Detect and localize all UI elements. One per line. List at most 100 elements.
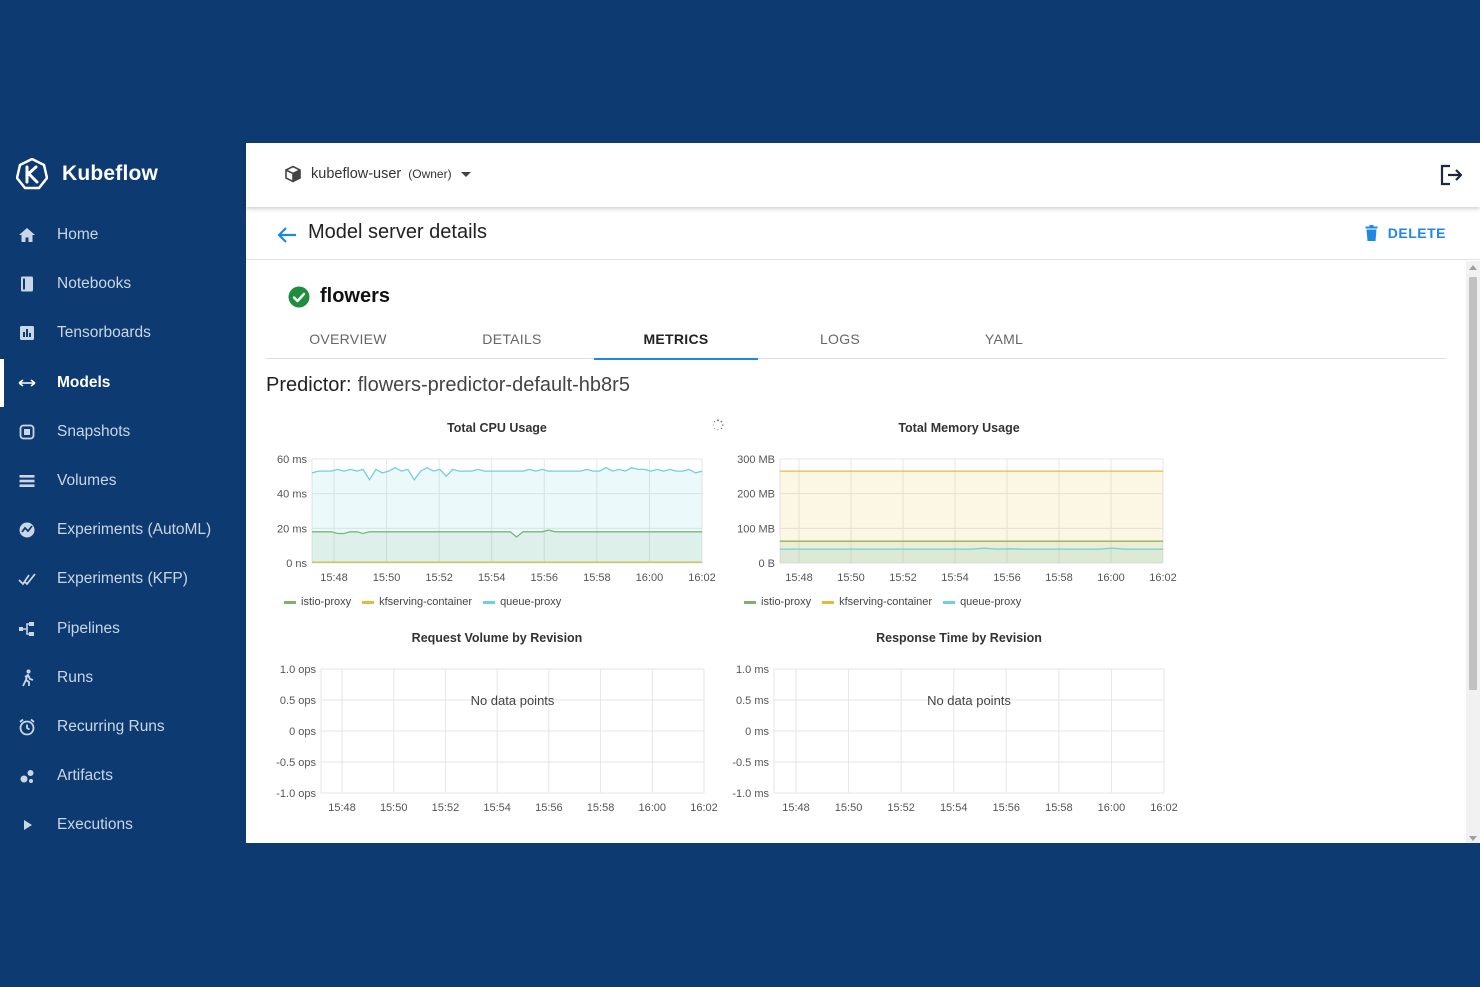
sidebar-item-volumes[interactable]: Volumes	[0, 457, 246, 505]
sidebar-item-executions[interactable]: Executions	[0, 801, 246, 843]
scroll-up-arrow-icon[interactable]	[1469, 265, 1477, 270]
sidebar-item-label: Volumes	[57, 472, 117, 489]
sidebar-item-label: Runs	[57, 668, 94, 686]
legend-swatch	[362, 600, 375, 604]
sidebar-item-label: Recurring Runs	[57, 718, 165, 735]
response-time-plot: 1.0 ms 0.5 ms 0 ms -0.5 ms -1.0 ms 15:48 15:50…	[732, 664, 1178, 814]
sidebar-item-label: Notebooks	[57, 275, 132, 293]
sidebar-item-models[interactable]: Models	[0, 358, 246, 407]
request-volume-chart: Request Volume by Revision 1.0 ops 0.5 op…	[266, 631, 728, 831]
request-volume-plot: 1.0 ops 0.5 ops 0 ops -0.5 ops -1.0 ops 15:48…	[276, 664, 718, 814]
sidebar-item-notebooks[interactable]: Notebooks	[0, 260, 246, 308]
x-tick-label: 15:50	[835, 802, 863, 814]
delete-label: DELETE	[1387, 225, 1446, 241]
legend-label: queue-proxy	[500, 596, 562, 608]
namespace-selector[interactable]: kubeflow-user (Owner)	[284, 163, 471, 185]
scroll-down-arrow-icon[interactable]	[1469, 836, 1477, 841]
sidebar-item-experiments-automl[interactable]: Experiments (AutoML)	[0, 506, 246, 554]
x-tick-label: 15:48	[785, 572, 813, 584]
sidebar-item-label: Tensorboards	[57, 324, 151, 342]
sidebar-item-home[interactable]: Home	[0, 211, 246, 259]
legend-swatch	[284, 600, 296, 604]
legend-item[interactable]: istio-proxy	[744, 596, 811, 608]
sidebar-item-label: Experiments (AutoML)	[57, 521, 212, 539]
legend-swatch	[943, 600, 956, 604]
sidebar-item-label: Models	[57, 373, 111, 391]
notebook-icon	[17, 274, 37, 294]
scroll-thumb[interactable]	[1469, 277, 1477, 690]
x-tick-label: 15:52	[432, 802, 460, 814]
legend-label: istio-proxy	[301, 596, 352, 608]
tab-bar: OVERVIEW DETAILS METRICS LOGS YAML	[266, 319, 1446, 360]
predictor-name: flowers-predictor-default-hb8r5	[357, 374, 630, 396]
brand[interactable]: Kubeflow	[16, 157, 158, 191]
no-data-label: No data points	[471, 693, 555, 708]
brand-name: Kubeflow	[62, 162, 159, 185]
x-tick-label: 15:58	[583, 572, 611, 584]
legend-item[interactable]: queue-proxy	[943, 596, 1021, 608]
no-data-label: No data points	[927, 693, 1011, 708]
x-tick-label: 15:58	[587, 802, 615, 814]
y-tick-label: 0.5 ms	[736, 695, 770, 707]
cpu-usage-chart: Total CPU Usage 60 ms 40 ms 20 ms 0 ns 15:48…	[266, 421, 728, 621]
sidebar-item-pipelines[interactable]: Pipelines	[0, 605, 246, 653]
sidebar: Kubeflow Home Notebooks Tensorboards Models…	[0, 143, 246, 843]
sidebar-item-experiments-kfp[interactable]: Experiments (KFP)	[0, 555, 246, 603]
namespace-name: kubeflow-user	[311, 166, 402, 182]
y-tick-label: 0.5 ops	[280, 695, 317, 707]
tab-yaml[interactable]: YAML	[922, 319, 1086, 359]
tab-metrics[interactable]: METRICS	[594, 319, 758, 360]
tab-overview[interactable]: OVERVIEW	[266, 319, 430, 359]
x-tick-label: 15:50	[380, 802, 408, 814]
memory-usage-legend: istio-proxy kfserving-container queue-prox…	[744, 596, 1032, 608]
legend-item[interactable]: kfserving-container	[822, 596, 932, 608]
kubeflow-logo-icon	[16, 158, 48, 190]
cube-icon	[285, 165, 301, 183]
page-title: Model server details	[308, 221, 487, 243]
x-tick-label: 15:58	[1045, 802, 1073, 814]
tab-logs[interactable]: LOGS	[758, 319, 922, 359]
legend-label: queue-proxy	[960, 596, 1022, 608]
arrow-back-icon[interactable]	[276, 224, 298, 246]
sidebar-item-tensorboards[interactable]: Tensorboards	[0, 309, 246, 357]
sidebar-item-label: Snapshots	[57, 422, 131, 440]
legend-item[interactable]: kfserving-container	[362, 596, 472, 608]
pipelines-icon	[17, 619, 37, 639]
y-tick-label: 0 B	[758, 558, 775, 570]
home-icon	[17, 225, 37, 245]
x-tick-label: 16:02	[1150, 802, 1178, 814]
cpu-usage-legend: istio-proxy kfserving-container queue-prox…	[284, 596, 572, 608]
x-tick-label: 15:56	[993, 802, 1021, 814]
x-tick-label: 16:00	[1098, 802, 1126, 814]
logout-icon[interactable]	[1439, 163, 1465, 187]
y-tick-label: 20 ms	[277, 523, 307, 535]
y-tick-label: 0 ms	[745, 726, 769, 738]
sidebar-item-snapshots[interactable]: Snapshots	[0, 408, 246, 456]
y-tick-label: -0.5 ms	[732, 757, 769, 769]
tab-details[interactable]: DETAILS	[430, 319, 594, 359]
play-icon	[17, 815, 37, 835]
y-tick-label: 1.0 ms	[736, 664, 770, 676]
main-panel: kubeflow-user (Owner) Model server detai…	[246, 143, 1480, 843]
x-tick-label: 16:02	[1149, 572, 1177, 584]
kfp-icon	[17, 569, 37, 589]
legend-label: kfserving-container	[379, 596, 473, 608]
models-icon	[17, 373, 37, 393]
series-area-queue-proxy	[312, 467, 702, 563]
x-tick-label: 15:48	[782, 802, 810, 814]
sidebar-item-label: Pipelines	[57, 619, 120, 637]
x-tick-label: 15:52	[887, 802, 915, 814]
delete-button[interactable]: DELETE	[1365, 225, 1446, 241]
sidebar-item-artifacts[interactable]: Artifacts	[0, 752, 246, 800]
sidebar-item-recurring-runs[interactable]: Recurring Runs	[0, 703, 246, 751]
legend-item[interactable]: istio-proxy	[284, 596, 351, 608]
scrollbar[interactable]	[1466, 261, 1480, 843]
y-tick-label: 60 ms	[277, 454, 307, 466]
sidebar-item-runs[interactable]: Runs	[0, 654, 246, 702]
app-window: Kubeflow Home Notebooks Tensorboards Models…	[0, 143, 1480, 843]
legend-item[interactable]: queue-proxy	[483, 596, 561, 608]
sidebar-item-label: Artifacts	[57, 767, 113, 785]
alarm-icon	[17, 717, 37, 737]
series-area-queue-proxy	[780, 548, 1163, 563]
server-name: flowers	[320, 285, 391, 307]
